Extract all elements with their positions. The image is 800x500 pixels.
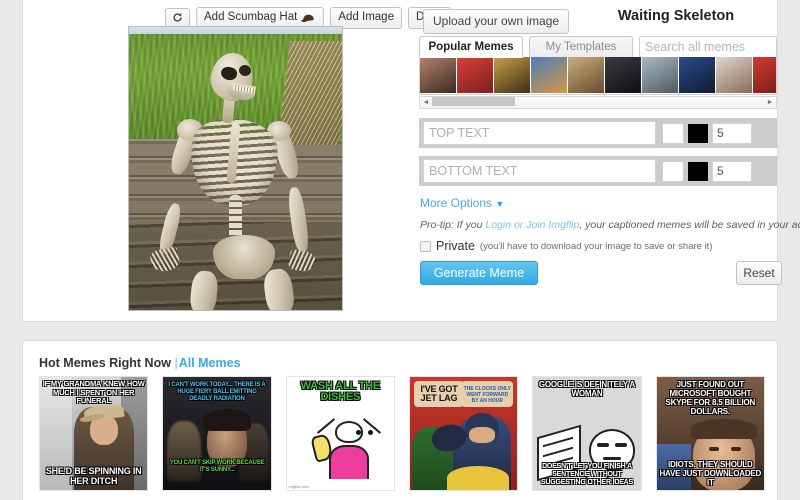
top-text-stroke-width-input[interactable] — [712, 122, 752, 144]
hot-memes-list: IF MY GRANDMA KNEW HOW MUCH I SPENT ON H… — [39, 376, 765, 491]
bottom-text-row — [419, 156, 777, 186]
bottom-text-stroke-width-input[interactable] — [712, 160, 752, 182]
hot-meme-item[interactable]: GOOGLE IS DEFINITELY A WOMAN DOESN'T LET… — [532, 376, 642, 491]
top-text-input[interactable] — [423, 121, 656, 145]
heading-separator: | — [174, 356, 178, 370]
hot-meme-item[interactable]: I'VE GOT JET LAG THE CLOCKS ONLY WENT FO… — [408, 376, 519, 491]
bottom-text-outline-color-swatch[interactable] — [687, 160, 709, 182]
private-label: Private — [436, 239, 475, 253]
private-checkbox[interactable] — [420, 240, 431, 252]
hot-meme-bottom-text: SHE'D BE SPINNING IN HER DITCH — [45, 466, 142, 486]
refresh-icon — [172, 12, 183, 23]
scrollbar-track[interactable] — [432, 97, 764, 108]
upload-own-image-label: Upload your own image — [433, 14, 560, 28]
template-thumbnail[interactable] — [420, 57, 456, 93]
hot-meme-top-text: I CAN'T WORK TODAY... THERE IS A HUGE FI… — [168, 382, 266, 402]
refresh-button[interactable] — [165, 8, 190, 28]
scrollbar-thumb[interactable] — [432, 97, 515, 106]
template-thumbnail[interactable] — [716, 57, 752, 93]
bottom-text-fill-color-swatch[interactable] — [662, 160, 684, 182]
bottom-text-input[interactable] — [423, 159, 656, 183]
hot-meme-item[interactable]: JUST FOUND OUT MICROSOFT BOUGHT SKYPE FO… — [655, 376, 765, 491]
tab-popular-memes[interactable]: Popular Memes — [419, 36, 523, 58]
template-thumbnail[interactable] — [642, 57, 678, 93]
hot-meme-top-text: JUST FOUND OUT MICROSOFT BOUGHT SKYPE FO… — [665, 380, 756, 416]
hot-meme-item[interactable]: I CAN'T WORK TODAY... THERE IS A HUGE FI… — [162, 376, 272, 491]
pro-tip-prefix: Pro-tip: If you — [420, 219, 486, 231]
tab-my-templates[interactable]: My Templates — [529, 36, 633, 58]
reset-label: Reset — [743, 266, 775, 280]
upload-own-image-button[interactable]: Upload your own image — [423, 9, 570, 34]
reset-button[interactable]: Reset — [736, 261, 782, 285]
pro-tip-suffix: , your captioned memes will be saved in … — [579, 219, 800, 231]
template-title: Waiting Skeleton — [617, 8, 735, 24]
template-tabs: Popular Memes My Templates — [419, 36, 777, 58]
tab-my-templates-label: My Templates — [545, 41, 617, 53]
hot-memes-panel: Hot Memes Right Now |All Memes IF MY GRA… — [22, 340, 778, 500]
top-text-row — [419, 118, 777, 148]
generate-meme-button[interactable]: Generate Meme — [420, 261, 538, 285]
hot-meme-top-text: GOOGLE IS DEFINITELY A WOMAN — [538, 380, 636, 398]
top-text-outline-color-swatch[interactable] — [687, 122, 709, 144]
hot-meme-item[interactable]: IF MY GRANDMA KNEW HOW MUCH I SPENT ON H… — [39, 376, 149, 491]
generate-meme-label: Generate Meme — [433, 266, 525, 280]
more-options-toggle[interactable]: More Options ▼ — [420, 196, 504, 210]
all-memes-link[interactable]: All Memes — [179, 356, 241, 370]
private-row: Private (you'll have to download your im… — [420, 239, 712, 253]
scumbag-hat-icon — [301, 13, 316, 23]
hot-meme-bottom-text: IDIOTS. THEY SHOULD HAVE JUST DOWNLOADED… — [659, 460, 762, 487]
scroll-right-icon[interactable]: ► — [764, 97, 776, 108]
top-text-fill-color-swatch[interactable] — [662, 122, 684, 144]
hot-meme-top-text: WASH ALL THE DISHES — [300, 380, 381, 403]
pro-tip-text: Pro-tip: If you Login or Join Imgflip, y… — [420, 219, 800, 231]
hot-memes-heading: Hot Memes Right Now |All Memes — [39, 356, 241, 370]
template-thumbnail[interactable] — [531, 57, 567, 93]
add-scumbag-hat-label: Add Scumbag Hat — [204, 11, 298, 23]
page-root: Add Scumbag Hat Add Image Draw — [0, 0, 800, 500]
hot-meme-top-text: IF MY GRANDMA KNEW HOW MUCH I SPENT ON H… — [42, 379, 145, 405]
hot-meme-bottom-text: DOESN'T LET YOU FINISH A SENTENCE WITHOU… — [540, 463, 633, 486]
template-scrollbar[interactable]: ◄ ► — [419, 96, 777, 109]
meme-canvas-image[interactable] — [128, 26, 343, 311]
scroll-left-icon[interactable]: ◄ — [420, 97, 432, 108]
template-thumbnail[interactable] — [568, 57, 604, 93]
template-thumbnail[interactable] — [457, 57, 493, 93]
watermark: imgflip.com — [288, 484, 309, 489]
hot-meme-item[interactable]: imgflip.com WASH ALL THE DISHES — [285, 376, 395, 491]
template-thumbnail[interactable] — [605, 57, 641, 93]
chevron-down-icon: ▼ — [495, 199, 505, 209]
editor-column: Upload your own image Waiting Skeleton P… — [395, 0, 800, 320]
add-image-label: Add Image — [338, 11, 394, 23]
meme-generator-panel: Add Scumbag Hat Add Image Draw — [22, 0, 800, 322]
template-thumbnail[interactable] — [679, 57, 715, 93]
image-column: Add Scumbag Hat Add Image Draw — [23, 0, 451, 320]
login-or-join-link[interactable]: Login or Join Imgflip — [485, 219, 579, 231]
template-thumbnail[interactable] — [753, 57, 776, 93]
search-memes-input[interactable] — [639, 36, 777, 58]
template-thumbnail-strip[interactable] — [419, 57, 777, 95]
hot-memes-heading-text: Hot Memes Right Now — [39, 356, 171, 370]
hot-meme-bottom-text: YOU CAN'T SKIP WORK BECAUSE IT'S SUNNY..… — [169, 460, 265, 473]
tab-popular-memes-label: Popular Memes — [428, 41, 514, 53]
template-thumbnail[interactable] — [494, 57, 530, 93]
private-note: (you'll have to download your image to s… — [479, 240, 713, 252]
skeleton-pelvis — [213, 235, 275, 279]
hot-meme-bottom-text: THE CLOCKS ONLY WENT FORWARD BY AN HOUR — [463, 386, 511, 404]
more-options-label: More Options — [420, 196, 493, 210]
hot-meme-top-text: I'VE GOT JET LAG — [420, 384, 458, 403]
